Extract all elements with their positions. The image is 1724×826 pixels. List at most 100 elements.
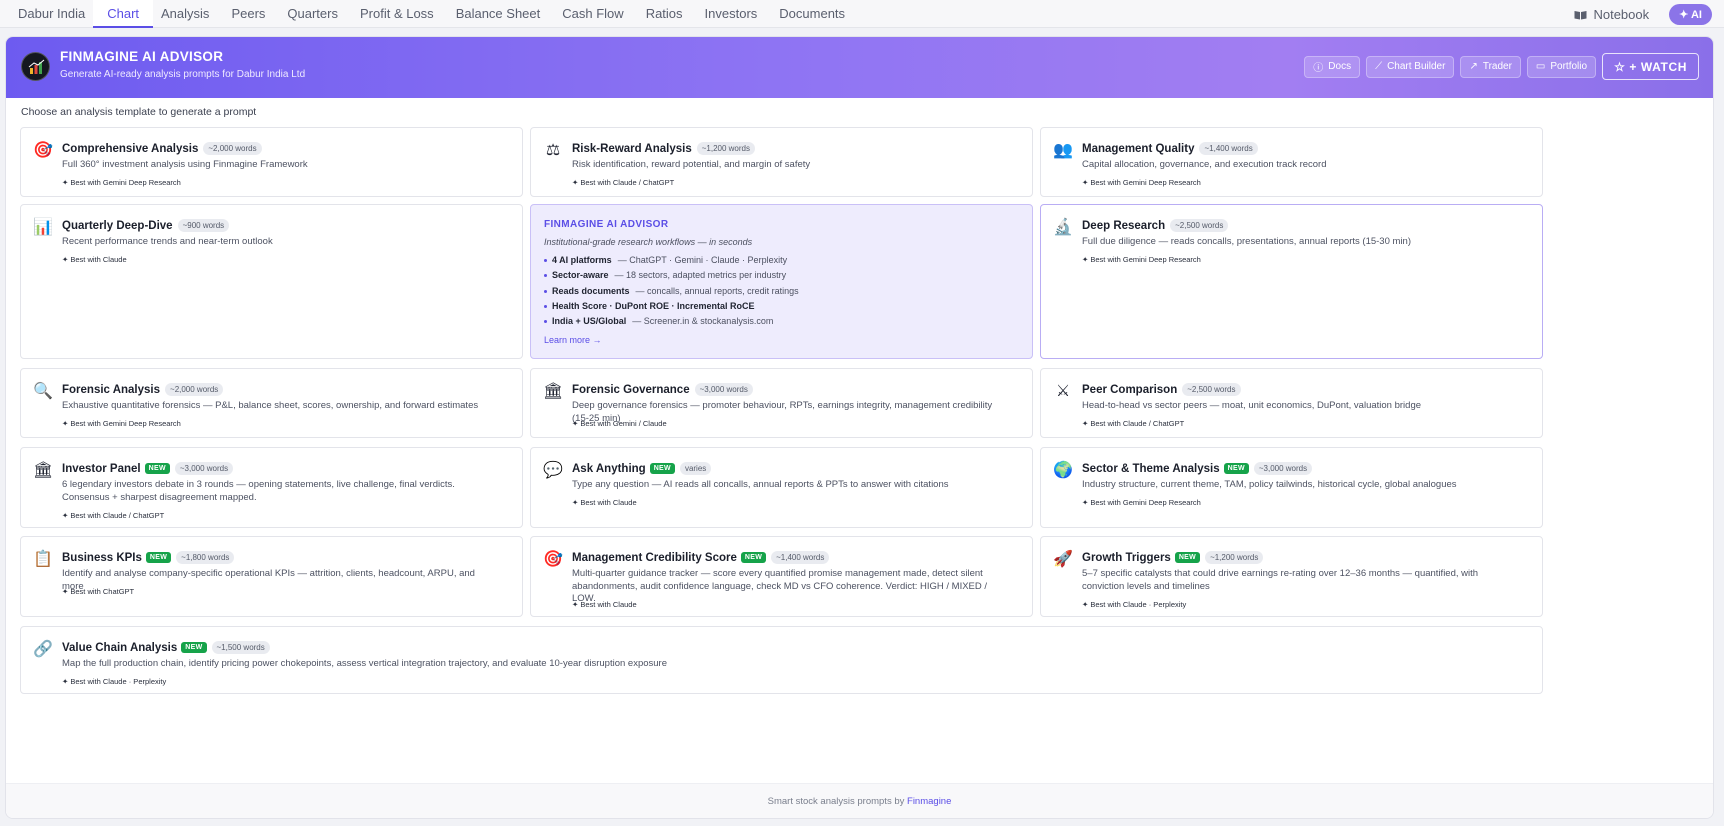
template-card-business-kpis[interactable]: 📋 Business KPIs NEW ~1,800 words Identify an… <box>20 536 523 617</box>
card-description: Industry structure, current theme, TAM, … <box>1082 479 1457 490</box>
card-header: Management Credibility Score NEW ~1,400 wo… <box>572 551 830 564</box>
card-header: Ask Anything NEW varies <box>572 462 712 475</box>
word-count-badge: ~3,000 words <box>694 383 753 396</box>
card-header: Business KPIs NEW ~1,800 words <box>62 551 235 564</box>
card-description: Capital allocation, governance, and exec… <box>1082 159 1327 170</box>
template-card-value-chain-analysis[interactable]: 🔗 Value Chain Analysis NEW ~1,500 words Map … <box>20 626 1543 694</box>
tab-bar: Dabur India Chart Analysis Peers Quarters Pro… <box>18 0 867 28</box>
chart-builder-icon: ⟋ <box>1375 61 1383 72</box>
tab-cash-flow[interactable]: Cash Flow <box>562 0 623 28</box>
management-quality-icon: 👥 <box>1053 142 1073 159</box>
template-card-deep-research[interactable]: 🔬 Deep Research ~2,500 words Full due dilig… <box>1040 204 1543 359</box>
template-card-quarterly-deep-dive[interactable]: 📊 Quarterly Deep-Dive ~900 words Recent per… <box>20 204 523 359</box>
template-card-management-quality[interactable]: 👥 Management Quality ~1,400 words Capital a… <box>1040 127 1543 197</box>
card-header: Management Quality ~1,400 words <box>1082 142 1258 155</box>
hero-actions: ⓘ Docs ⟋ Chart Builder ↗ Trader ▭ Portfolio ☆ + … <box>1298 53 1699 80</box>
learn-more-link[interactable]: Learn more → <box>544 335 602 345</box>
watch-button[interactable]: ☆ + WATCH <box>1602 53 1699 80</box>
feature-item-title: India + US/Global <box>552 316 627 327</box>
best-with-label: ✦ Best with Gemini Deep Research <box>1082 178 1201 187</box>
tab-profit-loss[interactable]: Profit & Loss <box>360 0 434 28</box>
card-title: Management Credibility Score <box>572 551 737 564</box>
card-title: Growth Triggers <box>1082 551 1171 564</box>
card-description: Type any question — AI reads all concall… <box>572 479 949 490</box>
word-count-badge: ~1,200 words <box>1205 551 1264 564</box>
tab-peers[interactable]: Peers <box>231 0 265 28</box>
template-card-growth-triggers[interactable]: 🚀 Growth Triggers NEW ~1,200 words 5–7 speci… <box>1040 536 1543 617</box>
new-badge: NEW <box>740 552 767 563</box>
new-badge: NEW <box>144 463 170 474</box>
template-card-forensic-analysis[interactable]: 🔍 Forensic Analysis ~2,000 words Exhaustive… <box>20 368 523 438</box>
template-card-forensic-governance[interactable]: 🏛 Forensic Governance ~3,000 words Deep gov… <box>530 368 1033 438</box>
tab-quarters[interactable]: Quarters <box>287 0 338 28</box>
hero-banner: FINMAGINE AI ADVISOR Generate AI-ready a… <box>6 37 1713 98</box>
word-count-badge: ~2,000 words <box>165 383 224 396</box>
management-credibility-score-icon: 🎯 <box>543 551 563 568</box>
card-header: Quarterly Deep-Dive ~900 words <box>62 219 230 232</box>
tab-dabur-india[interactable]: Dabur India <box>18 0 85 28</box>
word-count-badge: ~3,000 words <box>174 462 234 475</box>
template-card-ask-anything[interactable]: 💬 Ask Anything NEW varies Type any question … <box>530 447 1033 528</box>
button-label: Portfolio <box>1550 61 1588 72</box>
template-card-risk-reward-analysis[interactable]: ⚖ Risk-Reward Analysis ~1,200 words Risk id… <box>530 127 1033 197</box>
feature-item-text: — 18 sectors, adapted metrics per indust… <box>614 270 787 281</box>
card-title: Comprehensive Analysis <box>62 142 199 155</box>
card-header: Peer Comparison ~2,500 words <box>1082 383 1241 396</box>
card-title: Business KPIs <box>62 551 142 564</box>
best-with-label: ✦ Best with Claude <box>572 600 637 609</box>
trader-button[interactable]: ↗ Trader <box>1460 55 1521 78</box>
card-header: Comprehensive Analysis ~2,000 words <box>62 142 262 155</box>
notebook-button[interactable]: Notebook <box>1574 7 1649 22</box>
tab-ratios[interactable]: Ratios <box>646 0 683 28</box>
word-count-badge: ~1,800 words <box>176 551 235 564</box>
card-description: Recent performance trends and near-term … <box>62 236 273 247</box>
best-with-label: ✦ Best with Claude <box>572 498 637 507</box>
template-card-peer-comparison[interactable]: ⚔ Peer Comparison ~2,500 words Head-to-head… <box>1040 368 1543 438</box>
feature-item-title: Sector-aware <box>552 270 609 281</box>
card-description: Exhaustive quantitative forensics — P&L,… <box>62 400 479 411</box>
finmagine-link[interactable]: Finmagine <box>907 796 951 807</box>
card-header: Deep Research ~2,500 words <box>1082 219 1229 232</box>
tab-balance-sheet[interactable]: Balance Sheet <box>456 0 541 28</box>
ask-anything-icon: 💬 <box>543 462 563 479</box>
card-title: Investor Panel <box>62 462 141 475</box>
feature-card: FINMAGINE AI ADVISOR Institutional-grade… <box>530 204 1033 359</box>
feature-item: 4 AI platforms — ChatGPT · Gemini · Claud… <box>544 253 799 268</box>
best-with-label: ✦ Best with Gemini Deep Research <box>62 178 181 187</box>
footer: Smart stock analysis prompts by Finmagin… <box>6 783 1713 818</box>
bullet-icon <box>544 289 547 293</box>
chart-builder-button[interactable]: ⟋ Chart Builder <box>1366 55 1455 78</box>
docs-button[interactable]: ⓘ Docs <box>1304 55 1361 78</box>
card-header: Risk-Reward Analysis ~1,200 words <box>572 142 755 155</box>
template-card-investor-panel[interactable]: 🏛 Investor Panel NEW ~3,000 words 6 legendar… <box>20 447 523 528</box>
template-card-sector-theme-analysis[interactable]: 🌍 Sector & Theme Analysis NEW ~3,000 words I… <box>1040 447 1543 528</box>
card-description: Full due diligence — reads concalls, pre… <box>1082 236 1411 247</box>
book-icon <box>1574 10 1587 19</box>
top-nav-right: Notebook ✦ AI <box>1574 4 1712 25</box>
finmagine-logo <box>21 52 50 81</box>
word-count-badge: ~900 words <box>177 219 230 232</box>
tab-analysis[interactable]: Analysis <box>161 0 209 28</box>
best-with-label: ✦ Best with Gemini Deep Research <box>62 419 181 428</box>
tab-chart[interactable]: Chart <box>93 0 154 28</box>
card-title: Management Quality <box>1082 142 1195 155</box>
tab-investors[interactable]: Investors <box>705 0 758 28</box>
best-with-label: ✦ Best with Gemini Deep Research <box>1082 498 1201 507</box>
ai-button[interactable]: ✦ AI <box>1669 4 1712 25</box>
advisor-panel: FINMAGINE AI ADVISOR Generate AI-ready a… <box>5 36 1714 819</box>
feature-item-title: 4 AI platforms <box>552 255 612 265</box>
portfolio-button[interactable]: ▭ Portfolio <box>1526 55 1597 78</box>
choose-template-label: Choose an analysis template to generate … <box>21 106 257 118</box>
card-title: Sector & Theme Analysis <box>1082 462 1220 475</box>
bullet-icon <box>544 274 547 278</box>
template-card-management-credibility-score[interactable]: 🎯 Management Credibility Score NEW ~1,400 w… <box>530 536 1033 617</box>
peer-comparison-icon: ⚔ <box>1055 383 1071 400</box>
word-count-badge: ~1,200 words <box>696 142 755 155</box>
template-card-comprehensive-analysis[interactable]: 🎯 Comprehensive Analysis ~2,000 words Full … <box>20 127 523 197</box>
forensic-analysis-icon: 🔍 <box>33 383 53 400</box>
feature-tagline: Institutional-grade research workflows —… <box>544 237 753 247</box>
new-badge: NEW <box>1223 463 1249 474</box>
feature-item-title: Reads documents <box>552 285 630 296</box>
button-label: Chart Builder <box>1387 61 1446 72</box>
tab-documents[interactable]: Documents <box>779 0 845 28</box>
